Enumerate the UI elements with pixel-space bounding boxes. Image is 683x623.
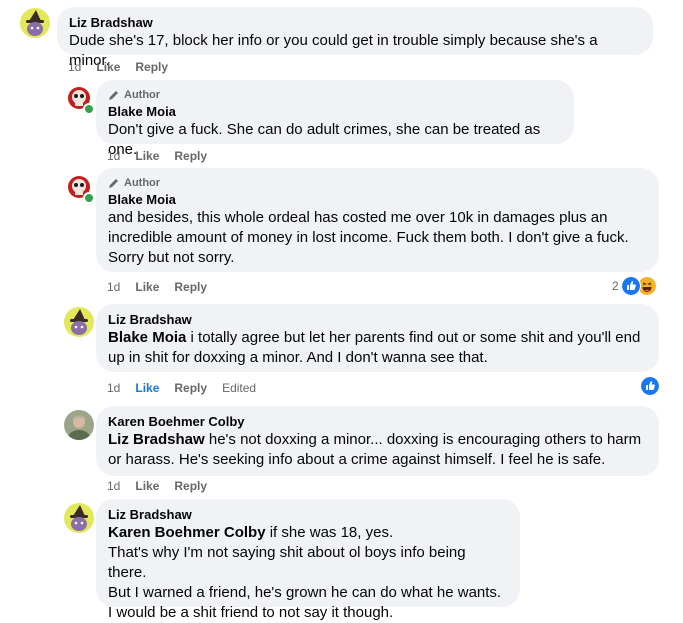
comment-timestamp[interactable]: 1d [68,60,81,74]
reaction-summary[interactable]: 2 [612,276,657,296]
comment-bubble: Karen Boehmer Colby Liz Bradshaw he's no… [96,406,659,476]
photo-avatar-icon [64,410,94,440]
witch-cat-avatar-icon [64,503,94,533]
like-button[interactable]: Like [135,149,159,163]
mention-link[interactable]: Blake Moia [108,329,186,346]
like-button[interactable]: Like [135,479,159,493]
reply-button[interactable]: Reply [174,381,207,395]
comment-timestamp[interactable]: 1d [107,479,120,493]
reply-button[interactable]: Reply [174,479,207,493]
avatar[interactable] [64,503,94,533]
comment-text-line: Sorry but not sorry. [108,249,235,266]
like-reaction-icon [640,376,660,396]
comment-actions: 1d Like Reply Edited [107,380,256,396]
witch-cat-avatar-icon [64,307,94,337]
commenter-name[interactable]: Liz Bradshaw [69,14,641,31]
pencil-icon [109,91,118,100]
online-status-dot [83,103,95,115]
comment-actions: 1d Like Reply [107,279,207,295]
reply-button[interactable]: Reply [135,60,168,74]
avatar[interactable] [20,8,50,38]
witch-cat-avatar-icon [20,8,50,38]
online-status-dot [83,192,95,204]
comment-text-segment: i totally agree but let her parents find… [186,329,641,346]
avatar[interactable] [64,307,94,337]
like-button[interactable]: Like [135,280,159,294]
edited-label[interactable]: Edited [222,381,256,395]
comment-text-line: Karen Boehmer Colby if she was 18, yes. [108,523,508,543]
reaction-summary[interactable] [640,376,660,396]
comment-text-line: incredible amount of money in lost incom… [108,229,629,246]
pencil-icon [109,179,118,188]
commenter-name[interactable]: Karen Boehmer Colby [108,413,647,430]
comment-text-line: and besides, this whole ordeal has coste… [108,209,608,226]
author-badge-label: Author [124,89,161,101]
comment-timestamp[interactable]: 1d [107,381,120,395]
reply-button[interactable]: Reply [174,280,207,294]
comment-bubble: Liz Bradshaw Dude she's 17, block her in… [57,7,653,69]
mention-link[interactable]: Liz Bradshaw [108,431,205,448]
reply-button[interactable]: Reply [174,149,207,163]
comment-text: Karen Boehmer Colby if she was 18, yes. … [108,523,508,623]
comment-bubble: Author Blake Moia and besides, this whol… [96,168,659,272]
comment-timestamp[interactable]: 1d [107,149,120,163]
comment-text: Blake Moia i totally agree but let her p… [108,328,647,368]
like-reaction-icon [620,276,641,296]
commenter-name[interactable]: Blake Moia [108,191,647,208]
comment-timestamp[interactable]: 1d [107,280,120,294]
comment-text-segment: he's not doxxing a minor... doxxing is e… [204,431,642,448]
comment-text-segment: if she was 18, yes. [265,524,394,541]
comment-text-line: That's why I'm not saying shit about ol … [108,544,466,581]
comment-text: and besides, this whole ordeal has coste… [108,208,647,268]
comment-text-line: Liz Bradshaw he's not doxxing a minor...… [108,430,647,450]
comment-bubble: Liz Bradshaw Karen Boehmer Colby if she … [96,499,520,621]
comment-text-line: or harass. He's seeking info about a cri… [108,451,606,468]
comment-text-line: Blake Moia i totally agree but let her p… [108,328,647,348]
commenter-name[interactable]: Liz Bradshaw [108,311,647,328]
like-button[interactable]: Like [135,381,159,395]
avatar[interactable] [64,410,94,440]
mention-link[interactable]: Karen Boehmer Colby [108,524,266,541]
commenter-name[interactable]: Liz Bradshaw [108,506,508,523]
commenter-name[interactable]: Blake Moia [108,103,562,120]
comment-actions: 1d Like Reply [107,478,207,494]
comment-bubble: Author Blake Moia Don't give a fuck. She… [96,80,574,158]
author-badge: Author [108,175,647,191]
comment-actions: 1d Like Reply [107,148,207,164]
comment-text-line: I would be a shit friend to not say it t… [108,604,394,621]
author-badge-label: Author [124,177,161,189]
like-button[interactable]: Like [96,60,120,74]
reaction-count: 2 [612,279,619,293]
comment-bubble: Liz Bradshaw Blake Moia i totally agree … [96,304,659,372]
comment-actions: 1d Like Reply [68,59,168,75]
author-badge: Author [108,87,562,103]
comment-text-line: up in shit for doxxing a minor. And I do… [108,349,488,366]
comment-text: Liz Bradshaw he's not doxxing a minor...… [108,430,647,470]
comment-text-line: But I warned a friend, he's grown he can… [108,584,502,601]
